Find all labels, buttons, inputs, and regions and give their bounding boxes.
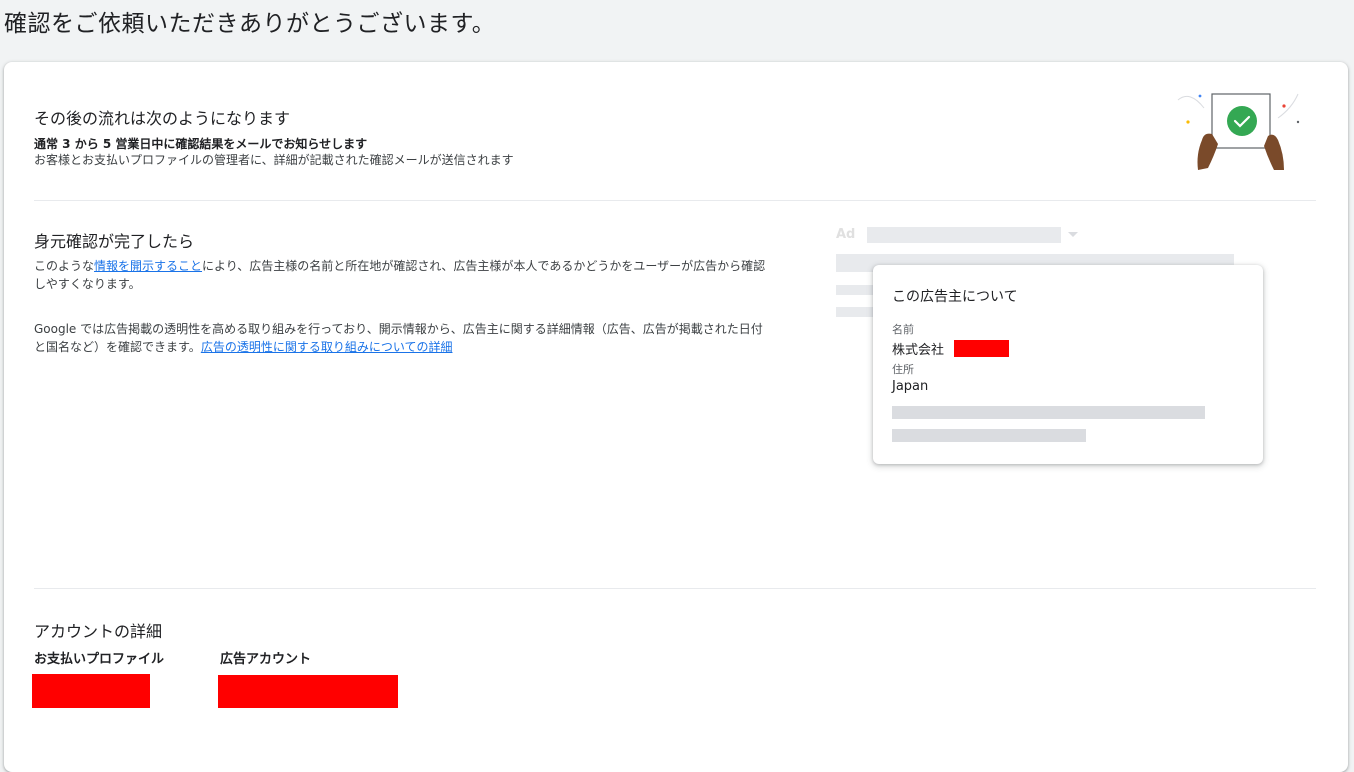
- address-label: 住所: [892, 363, 914, 376]
- address-value: Japan: [892, 379, 929, 394]
- chevron-down-icon: [1068, 232, 1078, 237]
- ad-label: Ad: [836, 227, 856, 242]
- payment-profile-label: お支払いプロファイル: [34, 652, 165, 667]
- redaction-mark: [954, 340, 1009, 357]
- disclosure-prefix: このような: [34, 259, 95, 273]
- ad-account-label: 広告アカウント: [220, 652, 312, 667]
- card-line-placeholder: [892, 406, 1205, 419]
- account-details-heading: アカウントの詳細: [34, 622, 163, 641]
- redaction-mark: [32, 674, 150, 708]
- transparency-paragraph: Google では広告掲載の透明性を高める取り組みを行っており、開示情報から、広…: [34, 320, 769, 356]
- name-label: 名前: [892, 323, 914, 336]
- next-steps-timeline: 通常 3 から 5 営業日中に確認結果をメールでお知らせします: [34, 137, 368, 151]
- ad-line-placeholder: [836, 307, 876, 317]
- next-steps-heading: その後の流れは次のようになります: [34, 109, 291, 128]
- transparency-learn-more-link[interactable]: 広告の透明性に関する取り組みについての詳細: [201, 340, 453, 354]
- section-divider: [34, 200, 1316, 201]
- ad-headline-placeholder: [867, 227, 1061, 243]
- advertiser-card-title: この広告主について: [892, 289, 1018, 305]
- ad-line-placeholder: [836, 285, 876, 295]
- card-line-placeholder: [892, 429, 1086, 442]
- name-value: 株式会社: [892, 343, 945, 358]
- verification-illustration: [1177, 93, 1300, 170]
- confirmation-card: その後の流れは次のようになります 通常 3 から 5 営業日中に確認結果をメール…: [4, 62, 1348, 772]
- next-steps-description: お客様とお支払いプロファイルの管理者に、詳細が記載された確認メールが送信されます: [34, 153, 514, 167]
- advertiser-info-card: この広告主について 名前 株式会社 住所 Japan: [873, 265, 1263, 464]
- redaction-mark: [218, 675, 398, 708]
- section-divider: [34, 588, 1316, 589]
- after-verification-heading: 身元確認が完了したら: [34, 232, 195, 251]
- disclosure-paragraph: このような情報を開示することにより、広告主様の名前と所在地が確認され、広告主様が…: [34, 257, 769, 293]
- disclose-info-link[interactable]: 情報を開示すること: [94, 259, 202, 273]
- page-title: 確認をご依頼いただきありがとうございます。: [4, 11, 496, 37]
